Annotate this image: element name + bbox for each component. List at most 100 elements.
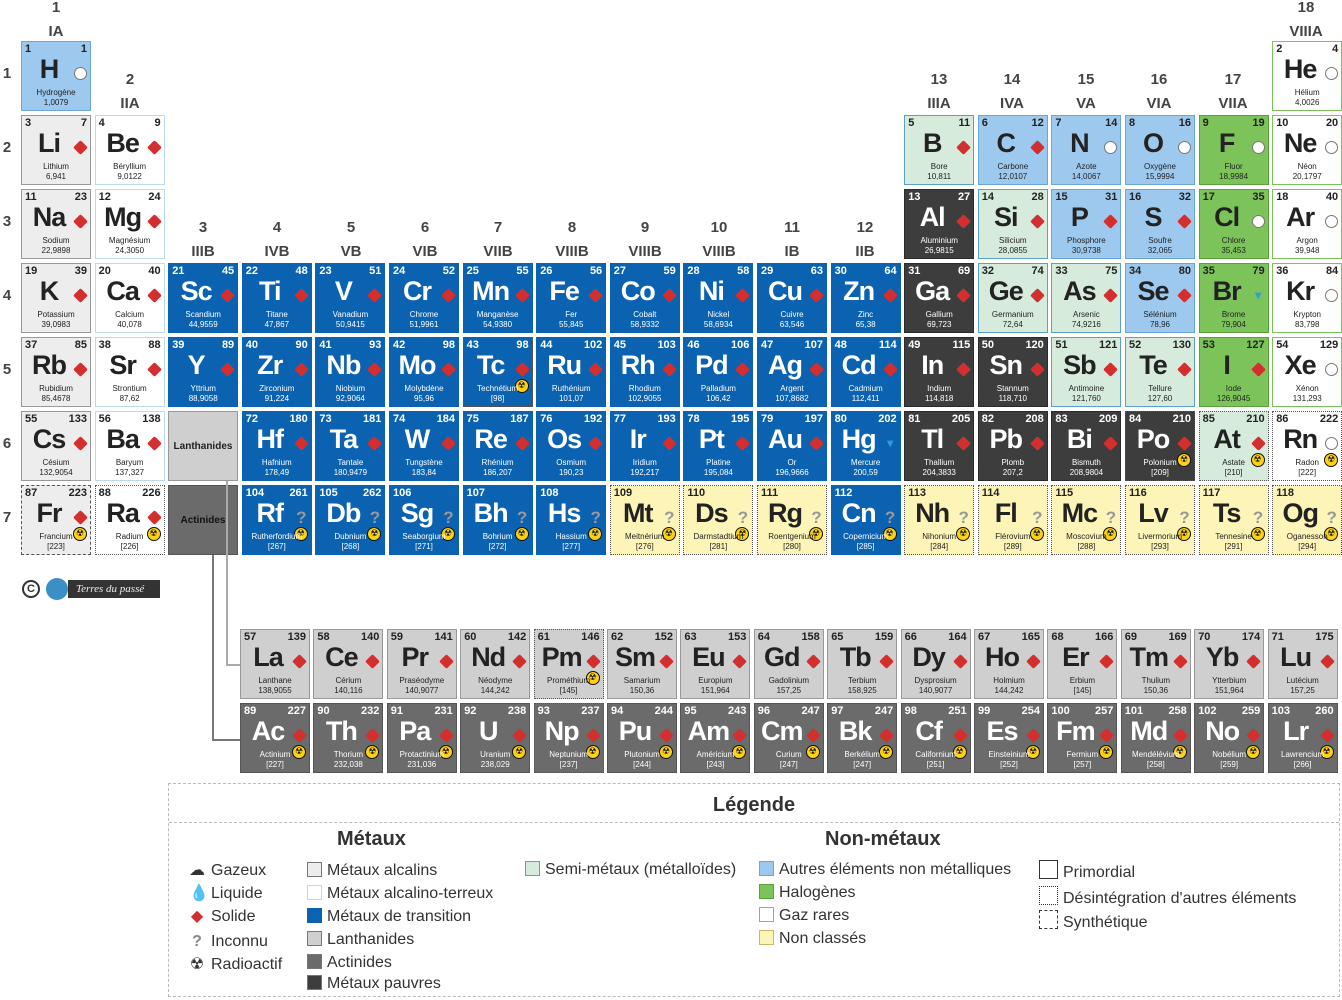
element-pt[interactable]: 78 195 Pt Platine 195,084	[683, 411, 754, 481]
element-pa[interactable]: 91 231 Pa ☢ Protactinium 231,036	[386, 703, 457, 773]
element-hs[interactable]: 108 Hs? ☢ Hassium [277]	[536, 485, 607, 555]
element-rb[interactable]: 37 85 Rb Rubidium 85,4678	[21, 337, 91, 407]
element-in[interactable]: 49 115 In Indium 114,818	[904, 337, 975, 407]
element-y[interactable]: 39 89 Y Yttrium 88,9058	[168, 337, 239, 407]
element-re[interactable]: 75 187 Re Rhénium 186,207	[462, 411, 533, 481]
element-ts[interactable]: 117 Ts? ☢ Tennesine [291]	[1198, 485, 1269, 555]
element-sn[interactable]: 50 120 Sn Stannum 118,710	[977, 337, 1048, 407]
element-li[interactable]: 3 7 Li Lithium 6,941	[21, 115, 91, 185]
element-p[interactable]: 15 31 P Phosphore 30,9738	[1051, 189, 1122, 259]
element-mt[interactable]: 109 Mt? ☢ Meitnérium [276]	[609, 485, 680, 555]
element-w[interactable]: 74 184 W Tungstène 183,84	[389, 411, 459, 481]
element-pu[interactable]: 94 244 Pu ☢ Plutonium [244]	[607, 703, 677, 773]
element-cu[interactable]: 29 63 Cu Cuivre 63,546	[757, 263, 827, 333]
element-k[interactable]: 19 39 K Potassium 39,0983	[21, 263, 91, 333]
element-nh[interactable]: 113 Nh? ☢ Nihonium [284]	[904, 485, 975, 555]
element-sg[interactable]: 106 Sg? ☢ Seaborgium [271]	[389, 485, 459, 555]
element-na[interactable]: 11 23 Na Sodium 22,9898	[21, 189, 91, 259]
element-gd[interactable]: 64 158 Gd Gadolinium 157,25	[753, 629, 824, 699]
element-cd[interactable]: 48 114 Cd Cadmium 112,411	[830, 337, 901, 407]
element-br[interactable]: 35 79 Br ▾ Brome 79,904	[1198, 263, 1269, 333]
element-ge[interactable]: 32 74 Ge Germanium 72,64	[977, 263, 1048, 333]
element-dy[interactable]: 66 164 Dy Dysprosium 140,9077	[900, 629, 971, 699]
element-rg[interactable]: 111 Rg? ☢ Roentgenium [280]	[757, 485, 827, 555]
element-cf[interactable]: 98 251 Cf ☢ Californium [251]	[900, 703, 971, 773]
element-am[interactable]: 95 243 Am ☢ Américium [243]	[680, 703, 751, 773]
element-bi[interactable]: 83 209 Bi Bismuth 208,9804	[1051, 411, 1122, 481]
element-cn[interactable]: 112 Cn? ☢ Copernicium [285]	[830, 485, 901, 555]
element-fl[interactable]: 114 Fl? ☢ Flérovium [289]	[977, 485, 1048, 555]
element-tm[interactable]: 69 169 Tm Thulium 150,36	[1120, 629, 1191, 699]
element-bh[interactable]: 107 Bh? ☢ Bohrium [272]	[462, 485, 533, 555]
element-ra[interactable]: 88 226 Ra ☢ Radium [226]	[94, 485, 165, 555]
element-be[interactable]: 4 9 Be Béryllium 9,0122	[94, 115, 165, 185]
element-la[interactable]: 57 139 La Lanthane 138,9055	[240, 629, 310, 699]
element-mo[interactable]: 42 98 Mo Molybdène 95,96	[389, 337, 459, 407]
element-ar[interactable]: 18 40 Ar Argon 39,948	[1272, 189, 1342, 259]
element-fr[interactable]: 87 223 Fr ☢ Francium [223]	[21, 485, 91, 555]
element-md[interactable]: 101 258 Md ☢ Mendélévium [258]	[1120, 703, 1191, 773]
element-rn[interactable]: 86 222 Rn ☢ Radon [222]	[1272, 411, 1342, 481]
element-sr[interactable]: 38 88 Sr Strontium 87,62	[94, 337, 165, 407]
element-h[interactable]: 1 1 H Hydrogène 1,0079	[21, 41, 91, 111]
element-rh[interactable]: 45 103 Rh Rhodium 102,9055	[609, 337, 680, 407]
element-po[interactable]: 84 210 Po ☢ Polonium [209]	[1125, 411, 1195, 481]
element-ds[interactable]: 110 Ds? ☢ Darmstadtium [281]	[683, 485, 754, 555]
element-b[interactable]: 5 11 B Bore 10,811	[904, 115, 975, 185]
element-ce[interactable]: 58 140 Ce Cérium 140,116	[313, 629, 384, 699]
element-nd[interactable]: 60 142 Nd Néodyme 144,242	[460, 629, 531, 699]
element-kr[interactable]: 36 84 Kr Krypton 83,798	[1272, 263, 1342, 333]
element-th[interactable]: 90 232 Th ☢ Thorium 232,038	[313, 703, 384, 773]
element-ta[interactable]: 73 181 Ta Tantale 180,9479	[315, 411, 386, 481]
element-er[interactable]: 68 166 Er Erbium [145]	[1047, 629, 1118, 699]
element-nb[interactable]: 41 93 Nb Niobium 92,9064	[315, 337, 386, 407]
element-hf[interactable]: 72 180 Hf Hafnium 178,49	[241, 411, 312, 481]
element-pm[interactable]: 61 146 Pm ☢ Prométhium [145]	[533, 629, 604, 699]
element-pd[interactable]: 46 106 Pd Palladium 106,42	[683, 337, 754, 407]
element-db[interactable]: 105 262 Db? ☢ Dubnium [268]	[315, 485, 386, 555]
element-tc[interactable]: 43 98 Tc ☢ Technétium [98]	[462, 337, 533, 407]
element-og[interactable]: 118 Og? ☢ Oganesson [294]	[1272, 485, 1342, 555]
element-ho[interactable]: 67 165 Ho Holmium 144,242	[974, 629, 1044, 699]
element-ru[interactable]: 44 102 Ru Ruthénium 101,07	[536, 337, 607, 407]
element-ti[interactable]: 22 48 Ti Titane 47,867	[241, 263, 312, 333]
element-ag[interactable]: 47 107 Ag Argent 107,8682	[757, 337, 827, 407]
element-lr[interactable]: 103 260 Lr ☢ Lawrencium [266]	[1267, 703, 1338, 773]
element-zr[interactable]: 40 90 Zr Zirconium 91,224	[241, 337, 312, 407]
element-i[interactable]: 53 127 I Iode 126,9045	[1198, 337, 1269, 407]
element-tb[interactable]: 65 159 Tb Terbium 158,925	[827, 629, 898, 699]
element-mn[interactable]: 25 55 Mn Manganèse 54,9380	[462, 263, 533, 333]
element-ni[interactable]: 28 58 Ni Nickel 58,6934	[683, 263, 754, 333]
element-ne[interactable]: 10 20 Ne Néon 20,1797	[1272, 115, 1342, 185]
element-bk[interactable]: 97 247 Bk ☢ Berkélium [247]	[827, 703, 898, 773]
element-cs[interactable]: 55 133 Cs Césium 132,9054	[21, 411, 91, 481]
element-no[interactable]: 102 259 No ☢ Nobélium [259]	[1194, 703, 1265, 773]
element-ga[interactable]: 31 69 Ga Gallium 69,723	[904, 263, 975, 333]
element-si[interactable]: 14 28 Si Silicium 28,0855	[977, 189, 1048, 259]
element-os[interactable]: 76 192 Os Osmium 190,23	[536, 411, 607, 481]
element-v[interactable]: 23 51 V Vanadium 50,9415	[315, 263, 386, 333]
element-sb[interactable]: 51 121 Sb Antimoine 121,760	[1051, 337, 1122, 407]
element-cr[interactable]: 24 52 Cr Chrome 51,9961	[389, 263, 459, 333]
element-ba[interactable]: 56 138 Ba Baryum 137,327	[94, 411, 165, 481]
element-f[interactable]: 9 19 F Fluor 18,9984	[1198, 115, 1269, 185]
element-rf[interactable]: 104 261 Rf? ☢ Rutherfordium [267]	[241, 485, 312, 555]
element-tl[interactable]: 81 205 Tl Thallium 204,3833	[904, 411, 975, 481]
element-pb[interactable]: 82 208 Pb Plomb 207,2	[977, 411, 1048, 481]
element-ca[interactable]: 20 40 Ca Calcium 40,078	[94, 263, 165, 333]
element-yb[interactable]: 70 174 Yb Ytterbium 151,964	[1194, 629, 1265, 699]
element-au[interactable]: 79 197 Au Or 196,9666	[757, 411, 827, 481]
element-he[interactable]: 2 4 He Hélium 4,0026	[1272, 41, 1342, 111]
element-o[interactable]: 8 16 O Oxygène 15,9994	[1125, 115, 1195, 185]
element-zn[interactable]: 30 64 Zn Zinc 65,38	[830, 263, 901, 333]
element-cl[interactable]: 17 35 Cl Chlore 35,453	[1198, 189, 1269, 259]
element-np[interactable]: 93 237 Np ☢ Neptunium [237]	[533, 703, 604, 773]
element-eu[interactable]: 63 153 Eu Europium 151,964	[680, 629, 751, 699]
element-u[interactable]: 92 238 U ☢ Uranium 238,029	[460, 703, 531, 773]
element-hg[interactable]: 80 202 Hg ▾ Mercure 200,59	[830, 411, 901, 481]
element-co[interactable]: 27 59 Co Cobalt 58,9332	[609, 263, 680, 333]
element-ir[interactable]: 77 193 Ir Iridium 192,217	[609, 411, 680, 481]
element-al[interactable]: 13 27 Al Aluminium 26,9815	[904, 189, 975, 259]
element-lv[interactable]: 116 Lv? ☢ Livermorium [293]	[1125, 485, 1195, 555]
element-es[interactable]: 99 254 Es ☢ Einsteinium [252]	[974, 703, 1044, 773]
